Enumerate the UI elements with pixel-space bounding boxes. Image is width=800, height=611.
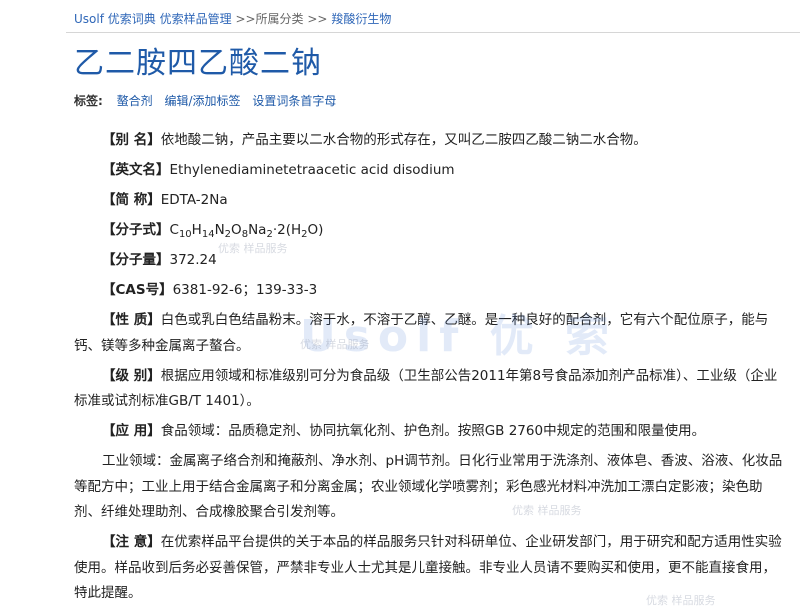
- breadcrumb-category-link[interactable]: 羧酸衍生物: [331, 12, 391, 26]
- breadcrumb-category-prefix: >>所属分类 >>: [235, 12, 328, 26]
- field-properties: 【性 质】白色或乳白色结晶粉末。溶于水，不溶于乙醇、乙醚。是一种良好的配合剂，它…: [74, 308, 788, 359]
- field-abbreviation: 【简 称】EDTA-2Na: [74, 188, 788, 214]
- field-value: 372.24: [169, 252, 217, 268]
- breadcrumb-section-link[interactable]: 优索样品管理: [160, 12, 232, 26]
- field-alias: 【别 名】依地酸二钠，产品主要以二水合物的形式存在，又叫乙二胺四乙酸二钠二水合物…: [74, 128, 788, 154]
- field-label: 【注 意】: [102, 534, 161, 550]
- field-value: 白色或乳白色结晶粉末。溶于水，不溶于乙醇、乙醚。是一种良好的配合剂，它有六个配位…: [74, 312, 769, 354]
- page-title: 乙二胺四乙酸二钠: [74, 46, 322, 81]
- field-english-name: 【英文名】Ethylenediaminetetraacetic acid dis…: [74, 158, 788, 184]
- tags-label: 标签:: [74, 94, 103, 108]
- field-value: 6381-92-6；139-33-3: [172, 282, 318, 298]
- field-label: 【分子式】: [102, 222, 170, 238]
- set-initial-letter-link[interactable]: 设置词条首字母: [252, 94, 336, 108]
- field-notice: 【注 意】在优索样品平台提供的关于本品的样品服务只针对科研单位、企业研发部门，用…: [74, 530, 788, 607]
- field-label: 【性 质】: [102, 312, 161, 328]
- breadcrumb: Usolf 优索词典 优索样品管理 >>所属分类 >> 羧酸衍生物: [74, 10, 391, 27]
- field-label: 【CAS号】: [102, 282, 173, 298]
- field-cas: 【CAS号】6381-92-6；139-33-3: [74, 278, 788, 304]
- field-molecular-weight: 【分子量】372.24: [74, 248, 788, 274]
- field-industry-use: 工业领域：金属离子络合剂和掩蔽剂、净水剂、pH调节剂。日化行业常用于洗涤剂、液体…: [74, 449, 788, 526]
- field-value: 食品领域：品质稳定剂、协同抗氧化剂、护色剂。按照GB 2760中规定的范围和限量…: [160, 423, 706, 439]
- formula-value: C10H14N2O8Na2·2(H2O): [169, 222, 324, 240]
- tag-chelating-agent[interactable]: 螯合剂: [117, 94, 153, 108]
- field-value: 在优索样品平台提供的关于本品的样品服务只针对科研单位、企业研发部门，用于研究和配…: [74, 534, 782, 601]
- tag-bar: 标签: 螯合剂 编辑/添加标签 设置词条首字母: [74, 92, 344, 109]
- field-label: 【简 称】: [102, 192, 161, 208]
- edit-tags-link[interactable]: 编辑/添加标签: [164, 94, 240, 108]
- field-value: EDTA-2Na: [160, 192, 228, 208]
- field-label: 【英文名】: [102, 162, 170, 178]
- field-grade: 【级 别】根据应用领域和标准级别可分为食品级（卫生部公告2011年第8号食品添加…: [74, 364, 788, 415]
- field-label: 【别 名】: [102, 132, 161, 148]
- field-formula: 【分子式】C10H14N2O8Na2·2(H2O): [74, 218, 788, 244]
- field-label: 【级 别】: [102, 367, 161, 384]
- field-value: 工业领域：金属离子络合剂和掩蔽剂、净水剂、pH调节剂。日化行业常用于洗涤剂、液体…: [74, 453, 783, 520]
- breadcrumb-site-link[interactable]: Usolf 优索词典: [74, 12, 156, 26]
- field-label: 【应 用】: [102, 423, 161, 439]
- field-application: 【应 用】食品领域：品质稳定剂、协同抗氧化剂、护色剂。按照GB 2760中规定的…: [74, 419, 788, 445]
- field-value: 根据应用领域和标准级别可分为食品级（卫生部公告2011年第8号食品添加剂产品标准…: [74, 367, 778, 410]
- field-label: 【分子量】: [102, 252, 170, 268]
- header-divider: [66, 32, 800, 33]
- field-value: Ethylenediaminetetraacetic acid disodium: [169, 162, 455, 178]
- field-value: 依地酸二钠，产品主要以二水合物的形式存在，又叫乙二胺四乙酸二钠二水合物。: [160, 132, 647, 148]
- entry-content: 【别 名】依地酸二钠，产品主要以二水合物的形式存在，又叫乙二胺四乙酸二钠二水合物…: [74, 128, 788, 611]
